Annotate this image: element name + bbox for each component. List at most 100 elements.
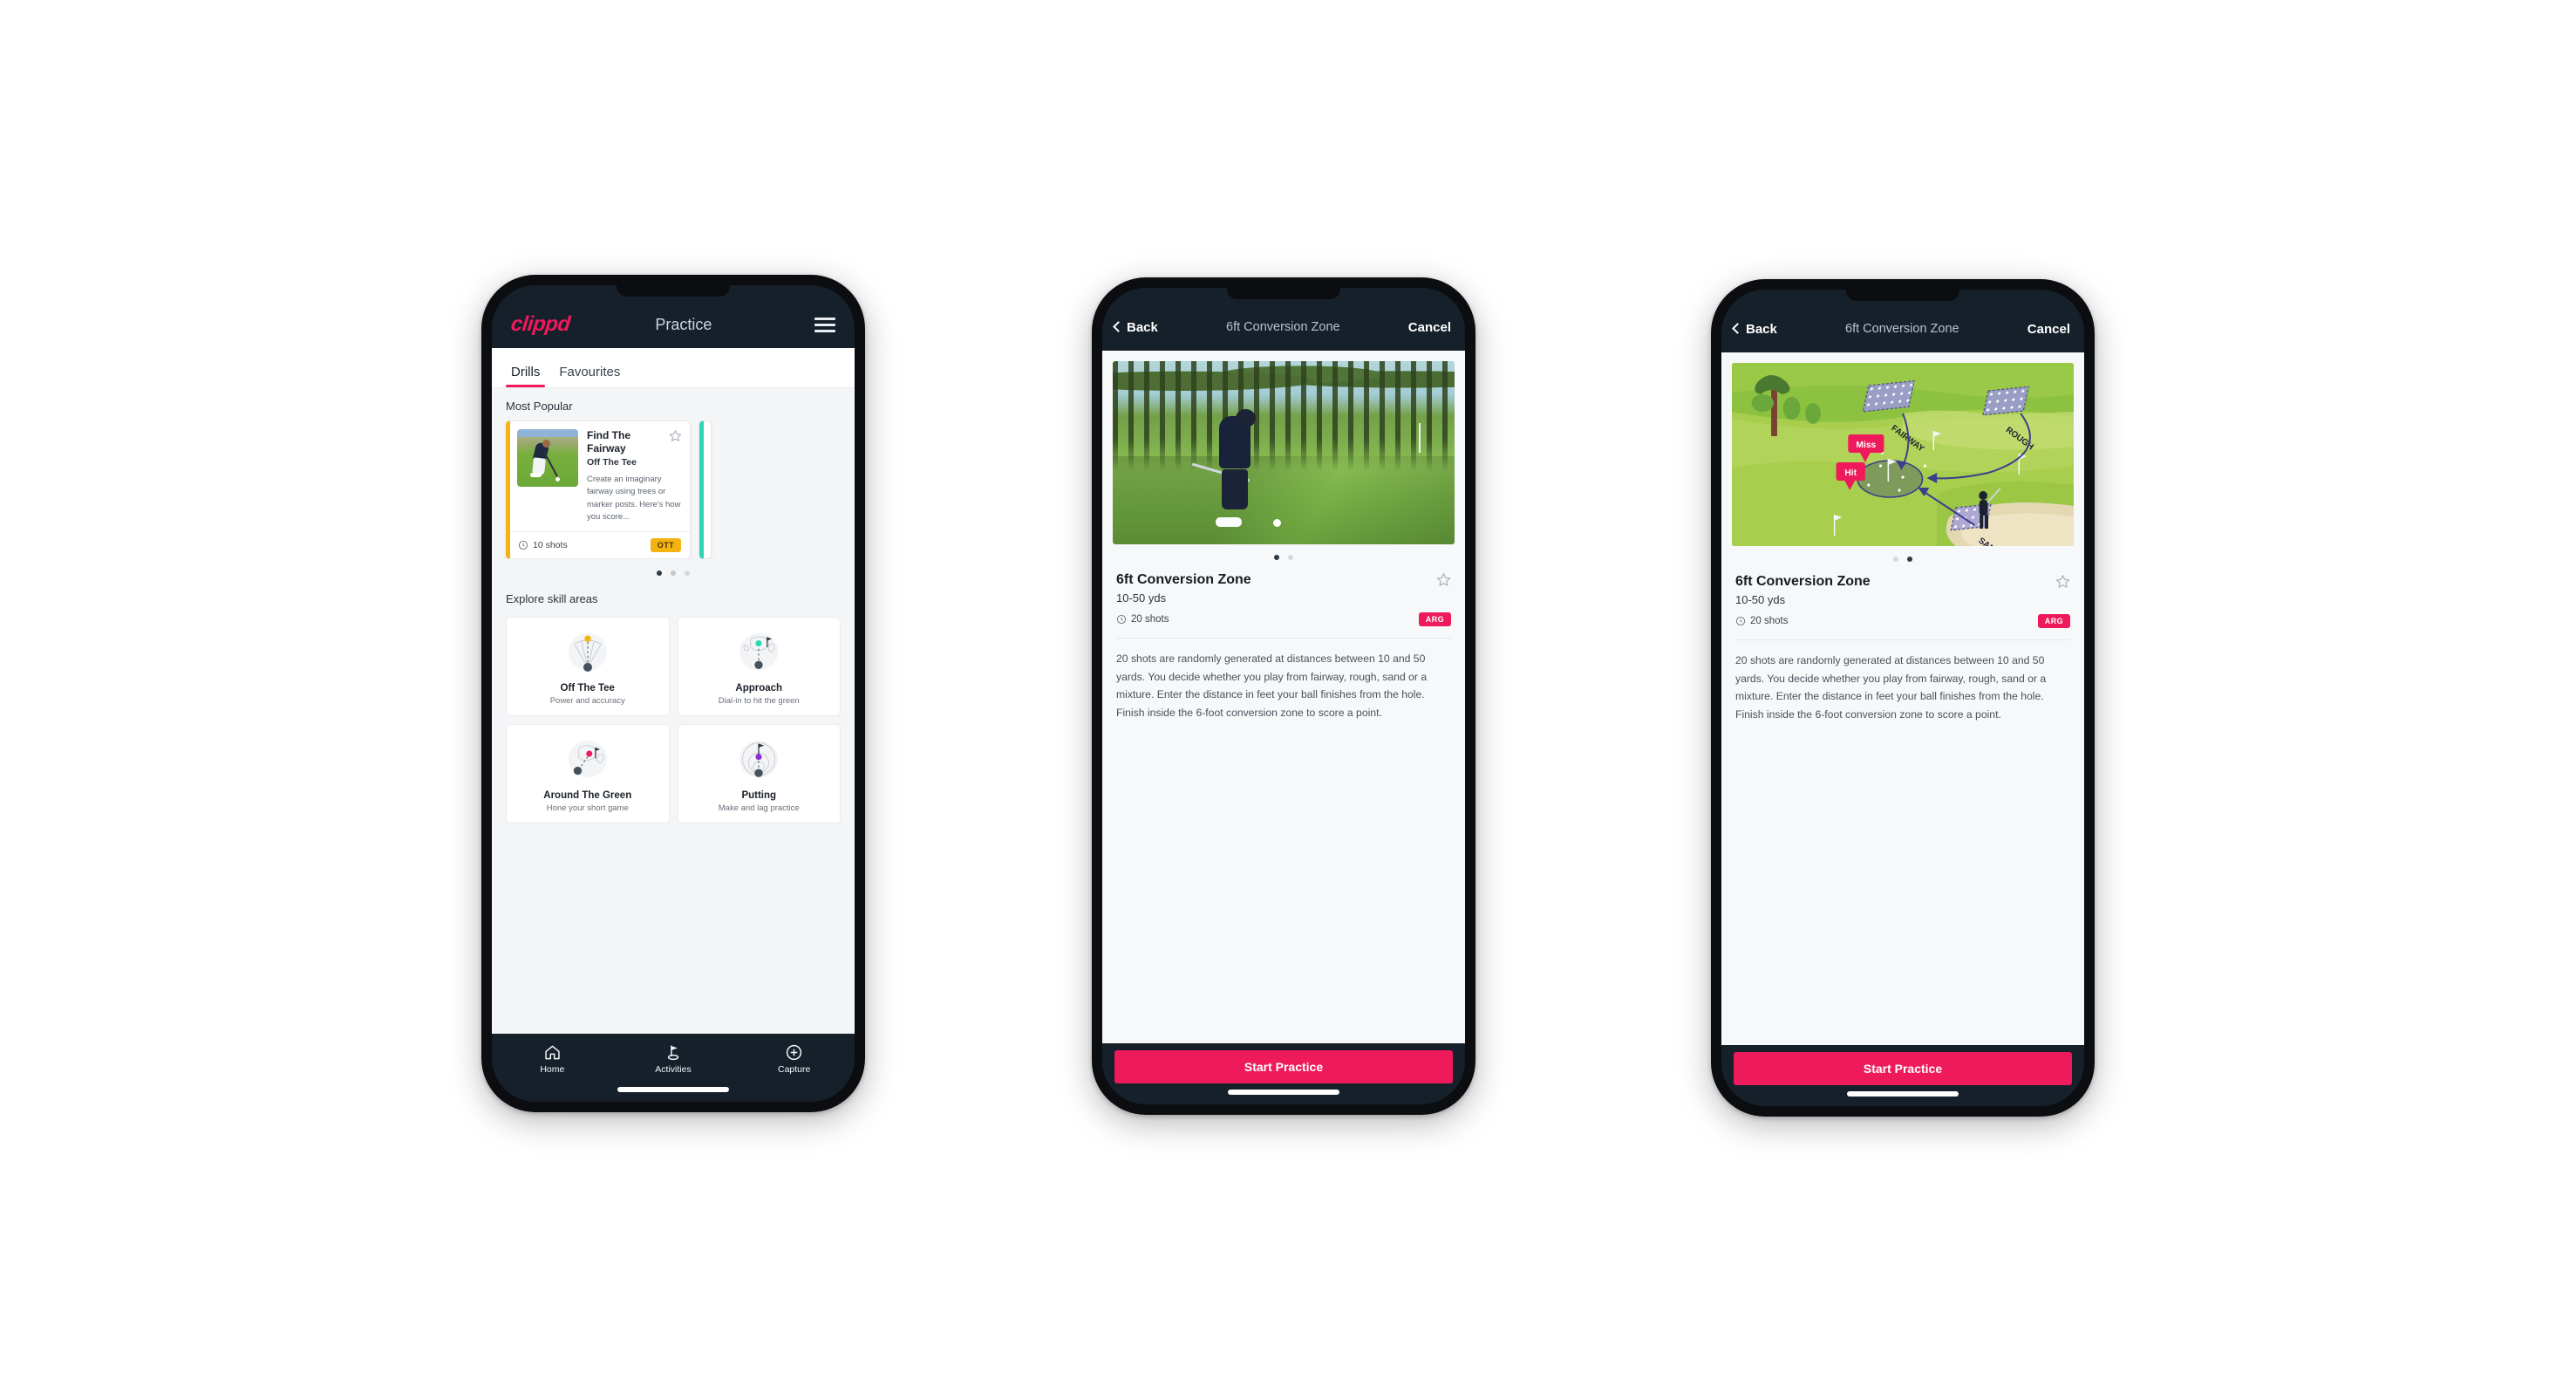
drill-badge-arg: ARG	[2037, 614, 2070, 628]
svg-text:Hit: Hit	[1844, 468, 1857, 478]
drill-media-video[interactable]	[1113, 361, 1455, 544]
back-label: Back	[1746, 321, 1777, 337]
skill-card-approach[interactable]: Approach Dial-in to hit the green	[677, 616, 841, 716]
most-popular-heading: Most Popular	[506, 400, 573, 413]
drill-card-footer: 10 shots OTT	[510, 530, 690, 558]
carousel-dots[interactable]	[492, 559, 855, 576]
detail-title: 6ft Conversion Zone	[1845, 322, 1959, 336]
tab-bar: Drills Favourites	[492, 348, 855, 388]
nav-label: Activities	[655, 1064, 692, 1075]
home-indicator	[617, 1087, 729, 1092]
cancel-button[interactable]: Cancel	[2027, 322, 2070, 337]
explore-skill-areas-heading: Explore skill areas	[506, 591, 598, 605]
most-popular-carousel[interactable]: Find The Fairway Off The Tee Create an i…	[492, 420, 855, 559]
tee-shot-fan-icon	[512, 629, 664, 678]
detail-content: 6ft Conversion Zone 10-50 yds 20 shots A…	[1102, 351, 1465, 1043]
drill-shots: 10 shots	[518, 540, 568, 550]
phone-notch	[1846, 290, 1959, 301]
drill-skill-area: Off The Tee	[587, 457, 637, 468]
drill-shots-label: 20 shots	[1131, 614, 1169, 625]
chevron-left-icon	[1113, 321, 1124, 332]
drill-media-course-diagram[interactable]: FAIRWAY ROUGH SAND	[1732, 363, 2074, 546]
drill-shots-label: 10 shots	[533, 539, 568, 550]
drill-shots: 20 shots	[1116, 614, 1169, 625]
skill-name: Approach	[735, 682, 783, 694]
start-practice-button[interactable]: Start Practice	[1114, 1050, 1453, 1083]
drill-description: Create an imaginary fairway using trees …	[587, 475, 681, 523]
skill-name: Off The Tee	[560, 682, 615, 694]
phone-notch	[617, 285, 730, 297]
home-indicator	[1228, 1090, 1339, 1095]
drill-shots-label: 20 shots	[1750, 616, 1789, 626]
carousel-dot-1[interactable]	[657, 570, 662, 576]
phone-notch	[1227, 288, 1340, 299]
detail-content: FAIRWAY ROUGH SAND	[1721, 352, 2084, 1045]
drill-title: 6ft Conversion Zone	[1116, 572, 1251, 587]
clock-icon	[1735, 616, 1746, 626]
star-outline-icon[interactable]	[2055, 574, 2070, 589]
plus-circle-icon	[787, 1044, 802, 1061]
drill-shots: 20 shots	[1735, 616, 1788, 626]
drill-description: 20 shots are randomly generated at dista…	[1735, 654, 2047, 721]
drill-card-find-the-fairway[interactable]: Find The Fairway Off The Tee Create an i…	[506, 420, 691, 559]
phone-drill-detail-diagram: Back 6ft Conversion Zone Cancel FAIRWAY …	[1711, 279, 2095, 1117]
drill-distance: 10-50 yds	[1116, 591, 1167, 605]
home-icon	[545, 1045, 560, 1060]
drill-description: 20 shots are randomly generated at dista…	[1116, 653, 1428, 719]
drill-info: 6ft Conversion Zone 10-50 yds 20 shots A…	[1102, 560, 1465, 626]
detail-title: 6ft Conversion Zone	[1226, 320, 1340, 334]
skill-card-putting[interactable]: Putting Make and lag practice	[677, 723, 841, 823]
back-button[interactable]: Back	[1732, 321, 1777, 337]
hamburger-menu-icon[interactable]	[814, 317, 835, 332]
skill-desc: Hone your short game	[546, 803, 629, 813]
skill-name: Around The Green	[543, 789, 632, 801]
media-carousel-dots[interactable]	[1721, 546, 2084, 562]
nav-label: Home	[540, 1064, 565, 1075]
skill-desc: Make and lag practice	[718, 803, 800, 813]
skill-desc: Dial-in to hit the green	[718, 695, 800, 706]
clippd-logo[interactable]: clippd	[510, 312, 572, 337]
around-green-icon	[512, 736, 664, 785]
putting-rings-icon	[684, 736, 835, 785]
nav-label: Capture	[778, 1064, 811, 1075]
clock-icon	[1116, 614, 1127, 625]
chevron-left-icon	[1732, 323, 1743, 334]
drill-title: Find The Fairway	[587, 429, 630, 454]
drill-title: 6ft Conversion Zone	[1735, 574, 1871, 589]
carousel-dot-2[interactable]	[671, 570, 676, 576]
start-practice-button[interactable]: Start Practice	[1734, 1052, 2072, 1085]
tab-favourites[interactable]: Favourites	[552, 365, 632, 387]
drill-thumbnail	[517, 429, 578, 487]
skill-card-off-the-tee[interactable]: Off The Tee Power and accuracy	[506, 616, 670, 716]
carousel-dot-3[interactable]	[685, 570, 690, 576]
cancel-button[interactable]: Cancel	[1408, 320, 1451, 335]
page-title: Practice	[655, 315, 712, 333]
practice-scroll-area[interactable]: Most Popular Find The Fairway Off The Te…	[492, 388, 855, 1034]
drill-card-next-peek[interactable]	[699, 420, 712, 559]
cta-area: Start Practice	[1102, 1043, 1465, 1104]
skill-name: Putting	[741, 789, 777, 801]
golf-flag-icon	[667, 1045, 678, 1061]
approach-green-icon	[684, 629, 835, 678]
star-outline-icon[interactable]	[669, 429, 682, 442]
cta-area: Start Practice	[1721, 1045, 2084, 1106]
nav-item-activities[interactable]: Activities	[613, 1043, 734, 1075]
tab-drills[interactable]: Drills	[504, 365, 552, 387]
phone-drill-detail-video: Back 6ft Conversion Zone Cancel 6ft Conv…	[1092, 277, 1475, 1115]
screenshot-canvas: clippd Practice Drills Favourites Most P…	[0, 0, 2576, 1387]
svg-text:Miss: Miss	[1856, 441, 1876, 450]
media-carousel-dots[interactable]	[1102, 544, 1465, 560]
skill-desc: Power and accuracy	[549, 695, 625, 706]
drill-distance: 10-50 yds	[1735, 593, 1786, 606]
phone-practice-screen: clippd Practice Drills Favourites Most P…	[481, 275, 865, 1112]
drill-info: 6ft Conversion Zone 10-50 yds 20 shots A…	[1721, 562, 2084, 628]
star-outline-icon[interactable]	[1436, 572, 1451, 587]
nav-item-home[interactable]: Home	[492, 1043, 613, 1075]
clock-icon	[518, 540, 528, 550]
skill-areas-grid: Off The Tee Power and accuracy Approach …	[492, 613, 855, 836]
drill-badge-arg: ARG	[1418, 612, 1451, 626]
nav-item-capture[interactable]: Capture	[733, 1043, 855, 1075]
back-label: Back	[1127, 319, 1158, 335]
back-button[interactable]: Back	[1113, 319, 1158, 335]
skill-card-around-the-green[interactable]: Around The Green Hone your short game	[506, 723, 670, 823]
